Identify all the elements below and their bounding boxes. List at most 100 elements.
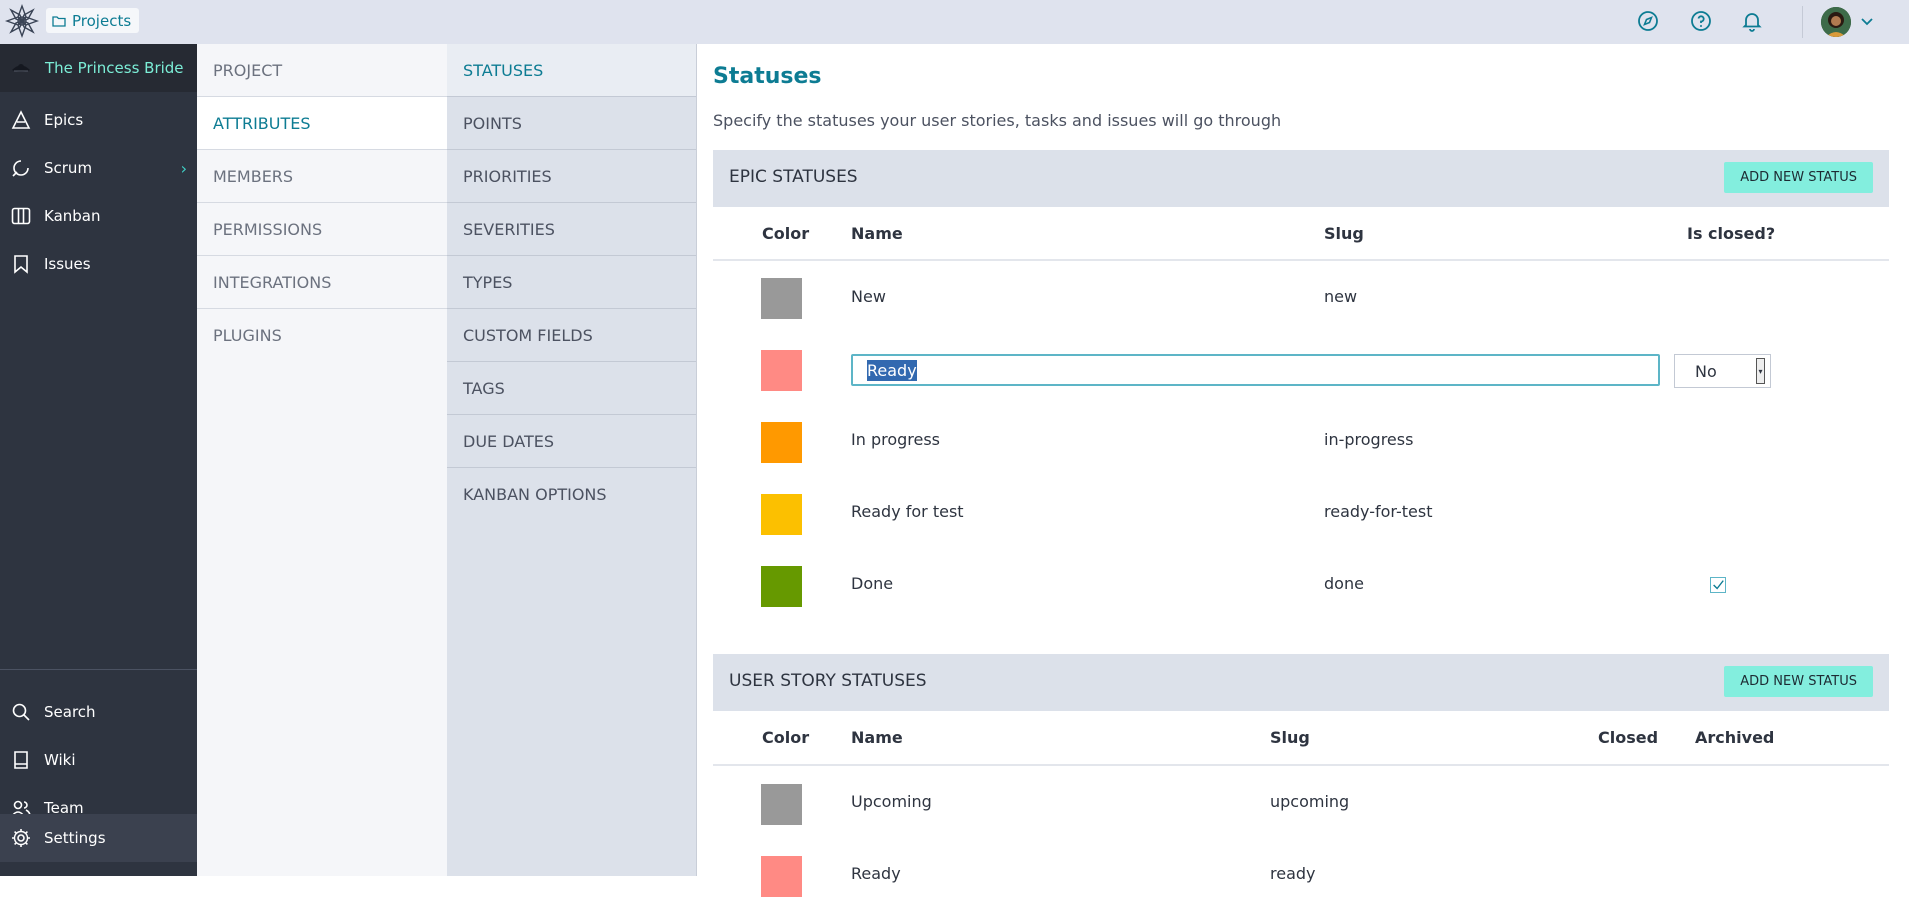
color-swatch[interactable] (761, 784, 802, 825)
table-header-divider (713, 259, 1889, 261)
color-swatch[interactable] (761, 494, 802, 535)
select-value: No (1695, 361, 1717, 381)
nav-attributes[interactable]: ATTRIBUTES (197, 97, 447, 150)
epic-statuses-header: EPIC STATUSES ADD NEW STATUS (713, 150, 1889, 207)
column-is-closed: Is closed? (1687, 224, 1776, 243)
nav-project[interactable]: PROJECT (197, 44, 447, 97)
add-us-status-button[interactable]: ADD NEW STATUS (1724, 666, 1873, 697)
settings-nav: PROJECT ATTRIBUTES MEMBERS PERMISSIONS I… (197, 44, 447, 876)
column-name: Name (851, 224, 903, 243)
nav-plugins[interactable]: PLUGINS (197, 309, 447, 362)
section-title: EPIC STATUSES (729, 167, 858, 187)
page-description: Specify the statuses your user stories, … (713, 111, 1282, 130)
sidebar-item-scrum[interactable]: Scrum › (0, 144, 197, 192)
column-color: Color (762, 224, 810, 243)
taiga-logo-icon[interactable] (3, 2, 41, 40)
color-swatch[interactable] (761, 278, 802, 319)
gear-icon (12, 829, 30, 847)
sidebar-item-settings[interactable]: Settings (0, 814, 197, 862)
kanban-icon (11, 207, 31, 225)
status-slug: upcoming (1270, 792, 1350, 811)
column-name: Name (851, 728, 903, 747)
dropdown-arrow-icon: ▾ (1756, 358, 1765, 384)
color-swatch[interactable] (761, 422, 802, 463)
subnav-due-dates[interactable]: DUE DATES (447, 415, 696, 468)
color-swatch[interactable] (761, 566, 802, 607)
status-slug: ready (1270, 864, 1316, 883)
sidebar-item-label: Settings (44, 829, 106, 847)
status-slug: new (1324, 287, 1358, 306)
search-icon (12, 703, 30, 721)
column-archived: Archived (1695, 728, 1775, 747)
sidebar-item-label: Kanban (44, 207, 101, 225)
section-title: USER STORY STATUSES (729, 671, 927, 691)
status-slug: done (1324, 574, 1364, 593)
column-color: Color (762, 728, 810, 747)
nav-integrations[interactable]: INTEGRATIONS (197, 256, 447, 309)
sidebar: The Princess Bride Epics Scrum › Kanban … (0, 44, 197, 876)
chevron-down-icon[interactable] (1858, 12, 1876, 30)
topbar-divider (1802, 6, 1803, 38)
column-closed: Closed (1598, 728, 1659, 747)
user-story-statuses-header: USER STORY STATUSES ADD NEW STATUS (713, 654, 1889, 711)
sidebar-item-label: Scrum (44, 159, 93, 177)
column-slug: Slug (1270, 728, 1310, 747)
status-name-input[interactable]: Ready (851, 354, 1660, 386)
sidebar-item-label: Search (44, 703, 96, 721)
selected-text: Ready (867, 359, 917, 381)
compass-icon[interactable] (1636, 9, 1660, 33)
status-name: New (851, 287, 886, 306)
avatar[interactable] (1821, 7, 1851, 37)
attributes-nav: STATUSES POINTS PRIORITIES SEVERITIES TY… (447, 44, 697, 876)
issues-icon (14, 255, 28, 274)
status-name: In progress (851, 430, 941, 449)
sidebar-item-search[interactable]: Search (0, 688, 197, 736)
sidebar-divider (0, 669, 197, 670)
color-swatch[interactable] (761, 350, 802, 391)
subnav-severities[interactable]: SEVERITIES (447, 203, 696, 256)
sidebar-item-kanban[interactable]: Kanban (0, 192, 197, 240)
project-name: The Princess Bride (45, 59, 184, 77)
subnav-kanban-options[interactable]: KANBAN OPTIONS (447, 468, 696, 521)
status-slug: ready-for-test (1324, 502, 1433, 521)
sidebar-project[interactable]: The Princess Bride (0, 44, 197, 92)
subnav-tags[interactable]: TAGS (447, 362, 696, 415)
sidebar-item-issues[interactable]: Issues (0, 240, 197, 288)
sidebar-item-wiki[interactable]: Wiki (0, 736, 197, 784)
table-header-divider (713, 764, 1889, 766)
sidebar-item-label: Wiki (44, 751, 76, 769)
chevron-right-icon[interactable]: › (181, 159, 187, 178)
sidebar-item-epics[interactable]: Epics (0, 96, 197, 144)
projects-button[interactable]: Projects (46, 8, 140, 33)
status-name: Done (851, 574, 894, 593)
folder-icon (52, 15, 66, 27)
scrum-icon (12, 160, 29, 177)
add-epic-status-button[interactable]: ADD NEW STATUS (1724, 162, 1873, 193)
projects-label: Projects (72, 11, 132, 30)
status-name: Ready (851, 864, 901, 883)
column-slug: Slug (1324, 224, 1364, 243)
status-name: Ready for test (851, 502, 964, 521)
help-icon[interactable] (1689, 9, 1713, 33)
sidebar-item-label: Epics (44, 111, 84, 129)
nav-permissions[interactable]: PERMISSIONS (197, 203, 447, 256)
wiki-icon (14, 751, 28, 769)
subnav-points[interactable]: POINTS (447, 97, 696, 150)
subnav-priorities[interactable]: PRIORITIES (447, 150, 696, 203)
page-title: Statuses (713, 64, 822, 89)
status-name: Upcoming (851, 792, 932, 811)
top-bar: Projects (0, 0, 1909, 44)
sidebar-item-label: Issues (44, 255, 91, 273)
subnav-types[interactable]: TYPES (447, 256, 696, 309)
epics-icon (11, 110, 31, 129)
subnav-custom-fields[interactable]: CUSTOM FIELDS (447, 309, 696, 362)
status-slug: in-progress (1324, 430, 1414, 449)
nav-members[interactable]: MEMBERS (197, 150, 447, 203)
color-swatch[interactable] (761, 856, 802, 897)
main-content: Statuses Specify the statuses your user … (697, 44, 1909, 897)
project-logo-icon (12, 64, 30, 72)
bell-icon[interactable] (1740, 9, 1764, 33)
subnav-statuses[interactable]: STATUSES (447, 44, 696, 97)
is-closed-select[interactable]: No ▾ (1674, 354, 1771, 388)
closed-check-icon[interactable] (1710, 577, 1726, 593)
